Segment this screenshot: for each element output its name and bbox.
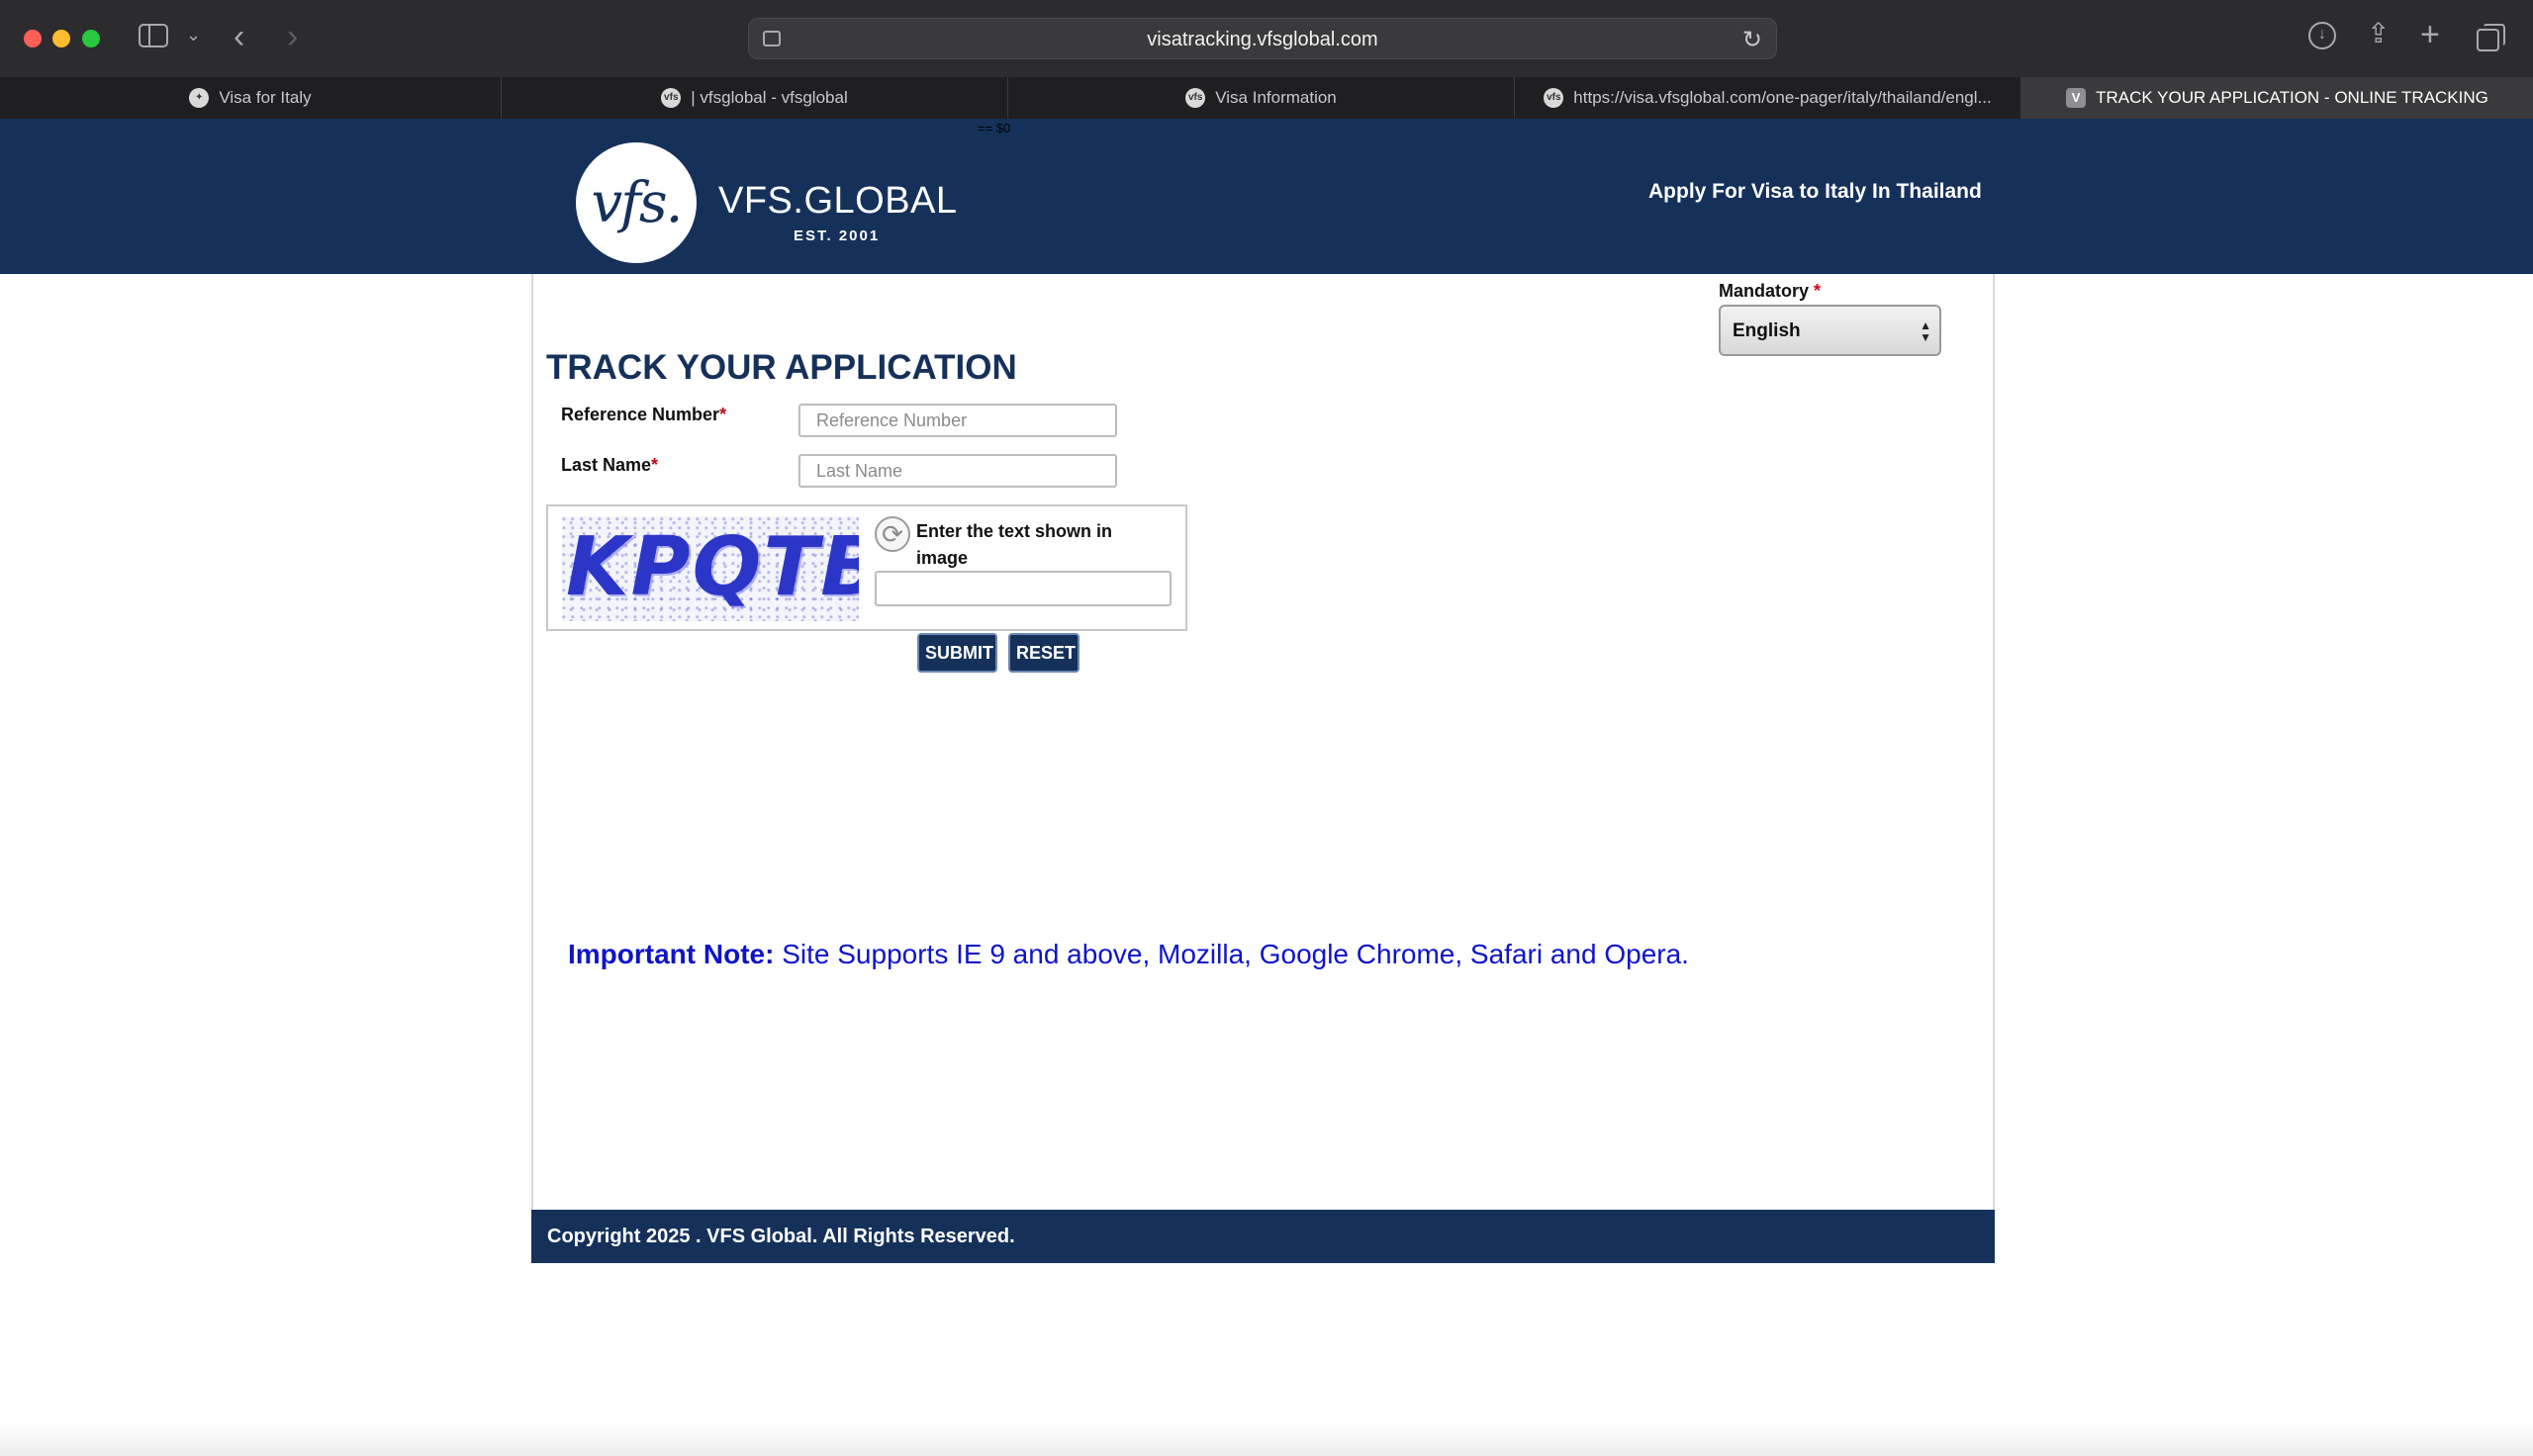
address-bar[interactable]: visatracking.vfsglobal.com ↻: [748, 18, 1777, 59]
download-icon[interactable]: ↓: [2308, 22, 2336, 49]
reload-icon[interactable]: ↻: [1742, 26, 1762, 54]
logo-established: EST. 2001: [794, 228, 881, 244]
close-window-button[interactable]: [24, 30, 42, 47]
tab-overview-icon[interactable]: [2477, 24, 2505, 51]
back-arrow-icon[interactable]: ‹: [234, 20, 244, 53]
minimize-window-button[interactable]: [52, 30, 70, 47]
reset-button[interactable]: RESET: [1008, 633, 1079, 673]
url-text[interactable]: visatracking.vfsglobal.com: [749, 29, 1776, 51]
header-tagline: Apply For Visa to Italy In Thailand: [1648, 180, 1982, 203]
required-mark: *: [719, 405, 727, 424]
logo-wordmark: VFS.GLOBAL: [718, 180, 958, 222]
captcha-input[interactable]: [875, 571, 1172, 606]
share-icon[interactable]: ⇪: [2367, 20, 2390, 47]
tab-strip: ✦ Visa for Italy vfs | vfsglobal - vfsgl…: [0, 77, 2533, 119]
tab-visa-information[interactable]: vfs Visa Information: [1008, 77, 1515, 119]
forward-arrow-icon[interactable]: ›: [287, 20, 298, 53]
tab-one-pager[interactable]: vfs https://visa.vfsglobal.com/one-pager…: [1515, 77, 2021, 119]
tab-vfsglobal[interactable]: vfs | vfsglobal - vfsglobal: [502, 77, 1008, 119]
zoom-window-button[interactable]: [82, 30, 100, 47]
site-header: == $0 vfs. VFS.GLOBAL EST. 2001 Apply Fo…: [0, 119, 2533, 274]
captcha-image: KPQTB: [562, 516, 859, 621]
sidebar-toggle-icon[interactable]: [139, 24, 168, 47]
captcha-prompt: Enter the text shown in image: [916, 521, 1113, 568]
select-arrows-icon: ▲ ▼: [1920, 318, 1931, 344]
copyright-text: Copyright 2025 . VFS Global. All Rights …: [547, 1226, 1015, 1247]
vfs-logo[interactable]: vfs.: [576, 142, 697, 263]
vfs-favicon-icon: vfs: [1185, 88, 1206, 108]
chevron-down-icon[interactable]: ⌄: [186, 26, 201, 44]
important-note: Important Note: Site Supports IE 9 and a…: [568, 939, 1689, 970]
reference-number-label-text: Reference Number: [561, 405, 720, 424]
window-bottom-edge: [0, 1424, 2533, 1456]
content-panel: [531, 274, 1995, 1263]
v-favicon-icon: V: [2066, 88, 2087, 108]
language-label: Mandatory *: [1719, 281, 1821, 302]
last-name-input[interactable]: [798, 454, 1117, 488]
page-title: TRACK YOUR APPLICATION: [546, 348, 1017, 387]
new-tab-icon[interactable]: +: [2420, 18, 2440, 51]
vfs-favicon-icon: vfs: [661, 88, 682, 108]
captcha-text: KPQTB: [566, 520, 859, 614]
refresh-captcha-icon[interactable]: ⟳: [875, 516, 910, 552]
tab-visa-for-italy[interactable]: ✦ Visa for Italy: [0, 77, 502, 119]
logo-mark: vfs.: [591, 170, 684, 235]
language-selected-value: English: [1733, 320, 1801, 341]
emblem-favicon-icon: ✦: [189, 88, 210, 108]
submit-button[interactable]: SUBMIT: [917, 633, 997, 673]
tab-label: Visa for Italy: [219, 88, 312, 107]
reference-number-label: Reference Number*: [561, 405, 726, 425]
tab-label: https://visa.vfsglobal.com/one-pager/ita…: [1573, 88, 1992, 107]
page-footer: Copyright 2025 . VFS Global. All Rights …: [531, 1210, 1995, 1263]
important-note-text: Site Supports IE 9 and above, Mozilla, G…: [782, 939, 1689, 969]
language-select[interactable]: English ▲ ▼: [1719, 305, 1941, 356]
important-note-label: Important Note:: [568, 939, 775, 969]
vfs-favicon-icon: vfs: [1544, 88, 1564, 108]
language-label-text: Mandatory: [1719, 281, 1810, 301]
tab-label: TRACK YOUR APPLICATION - ONLINE TRACKING: [2096, 88, 2488, 107]
tab-label: | vfsglobal - vfsglobal: [691, 88, 848, 107]
devtools-marker: == $0: [978, 121, 1011, 136]
browser-toolbar: ⌄ ‹ › visatracking.vfsglobal.com ↻ ↓ ⇪ +: [0, 0, 2533, 77]
tab-label: Visa Information: [1215, 88, 1337, 107]
required-mark: *: [1814, 281, 1822, 301]
tab-track-application[interactable]: V TRACK YOUR APPLICATION - ONLINE TRACKI…: [2021, 77, 2533, 119]
last-name-label-text: Last Name: [561, 455, 652, 475]
required-mark: *: [651, 455, 659, 475]
reference-number-input[interactable]: [798, 404, 1117, 437]
last-name-label: Last Name*: [561, 455, 658, 476]
